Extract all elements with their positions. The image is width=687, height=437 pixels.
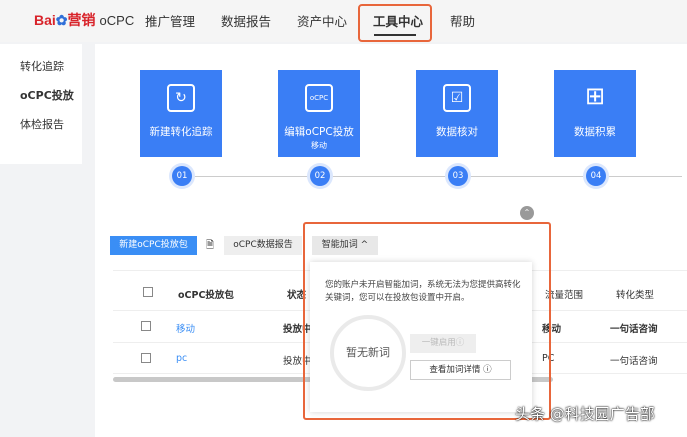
- step-4: 04: [586, 166, 606, 186]
- type-cell: 一句话咨询: [610, 324, 658, 335]
- package-link[interactable]: 移动: [176, 321, 195, 335]
- sidebar-item-checkup[interactable]: 体检报告: [20, 116, 64, 132]
- row-checkbox[interactable]: [141, 321, 151, 331]
- ocpc-icon: oCPC: [305, 84, 333, 112]
- checklist-icon: ☑: [443, 84, 471, 112]
- card-edit-ocpc[interactable]: oCPC 编辑oCPC投放 移动: [278, 70, 360, 157]
- step-2: 02: [310, 166, 330, 186]
- ocpc-report-button[interactable]: oCPC数据报告: [224, 236, 302, 255]
- collapse-icon[interactable]: ⌃: [520, 206, 534, 220]
- row-checkbox[interactable]: [141, 353, 151, 363]
- nav-item-assets[interactable]: 资产中心: [297, 11, 347, 30]
- highlight-box: [303, 222, 551, 420]
- step-1: 01: [172, 166, 192, 186]
- card-new-conversion[interactable]: ↻ 新建转化追踪: [140, 70, 222, 157]
- step-line: [182, 176, 682, 177]
- document-icon[interactable]: 🗎: [206, 238, 214, 255]
- nav-item-reports[interactable]: 数据报告: [221, 11, 271, 30]
- watermark: 头条 @科技园广告部: [515, 405, 655, 423]
- nav-item-promotion[interactable]: 推广管理: [145, 11, 195, 30]
- package-link[interactable]: pc: [176, 353, 187, 364]
- sidebar-item-ocpc[interactable]: oCPC投放: [20, 87, 74, 103]
- nav-item-tools[interactable]: 工具中心: [373, 11, 423, 30]
- select-all-checkbox[interactable]: [143, 287, 153, 297]
- logo[interactable]: Bai✿营销 oCPC: [34, 10, 134, 30]
- grid-icon: ⊞: [584, 82, 606, 110]
- nav-item-help[interactable]: 帮助: [450, 11, 475, 30]
- new-ocpc-button[interactable]: 新建oCPC投放包: [110, 236, 197, 255]
- refresh-icon: ↻: [167, 84, 195, 112]
- card-data-accumulate[interactable]: ⊞ 数据积累: [554, 70, 636, 157]
- card-data-check[interactable]: ☑ 数据核对: [416, 70, 498, 157]
- step-3: 03: [448, 166, 468, 186]
- type-cell: 一句话咨询: [610, 356, 658, 367]
- sidebar-item-conversion[interactable]: 转化追踪: [20, 58, 64, 74]
- col-header-type: 转化类型: [616, 290, 655, 301]
- active-underline: [374, 34, 416, 36]
- col-header-package: oCPC投放包: [178, 290, 234, 301]
